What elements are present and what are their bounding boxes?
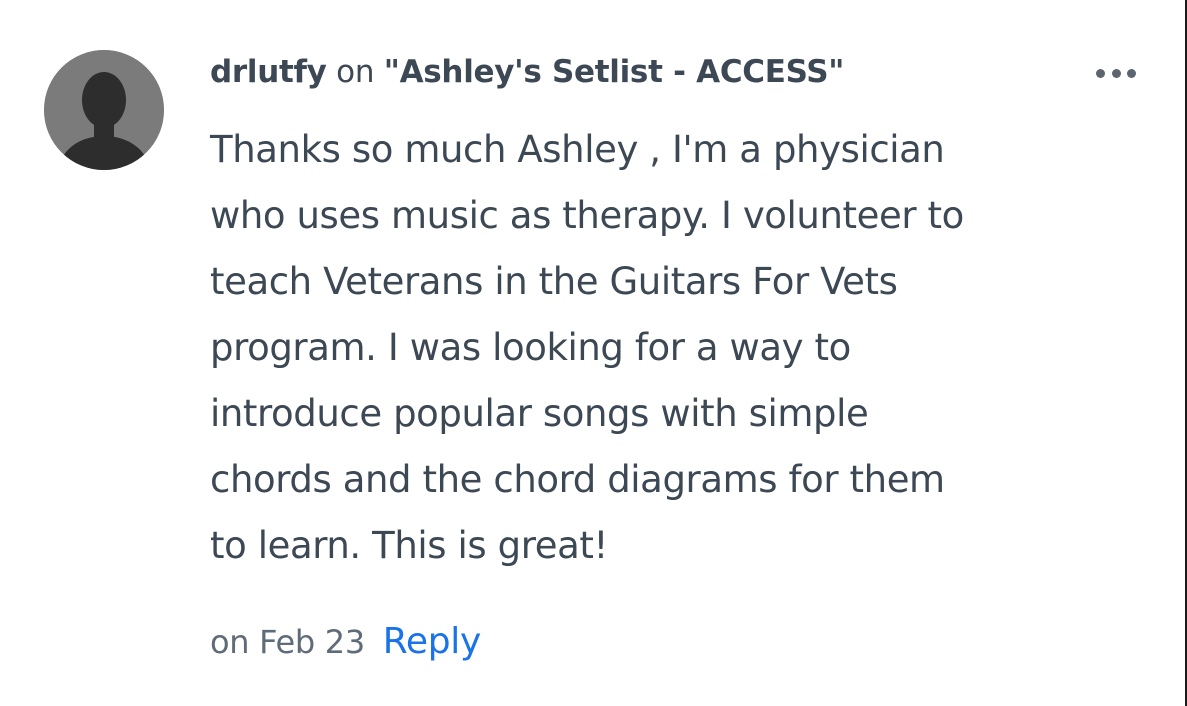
more-options-icon[interactable] [1096,66,1136,80]
comment-body: Thanks so much Ashley , I'm a physician … [210,117,1070,579]
comment-header: drlutfy on "Ashley's Setlist - ACCESS" [210,51,844,93]
more-dot [1096,68,1105,78]
comment-body-line: who uses music as therapy. I volunteer t… [210,194,964,237]
comment-body-line: Thanks so much Ashley , I'm a physician [210,128,945,171]
more-dot [1111,68,1121,78]
comment-card: drlutfy on "Ashley's Setlist - ACCESS" T… [0,0,1187,706]
default-user-avatar-icon [44,50,164,170]
comment-footer: on Feb 23 Reply [210,620,481,664]
author-name-link[interactable]: drlutfy [210,54,327,90]
comment-date: on Feb 23 [210,623,365,661]
close-quote: " [828,54,845,90]
comment-body-line: chords and the chord diagrams for them [210,458,945,501]
comment-body-line: teach Veterans in the Guitars For Vets [210,260,898,303]
comment-body-line: introduce popular songs with simple [210,392,869,435]
comment-body-line: to learn. This is great! [210,524,608,567]
avatar[interactable] [44,50,164,170]
on-label: on [336,54,375,90]
open-quote: " [383,54,400,90]
more-dot [1127,68,1136,78]
reply-link[interactable]: Reply [383,621,482,662]
comment-body-line: program. I was looking for a way to [210,326,851,369]
post-title-link[interactable]: Ashley's Setlist - ACCESS [400,54,829,90]
